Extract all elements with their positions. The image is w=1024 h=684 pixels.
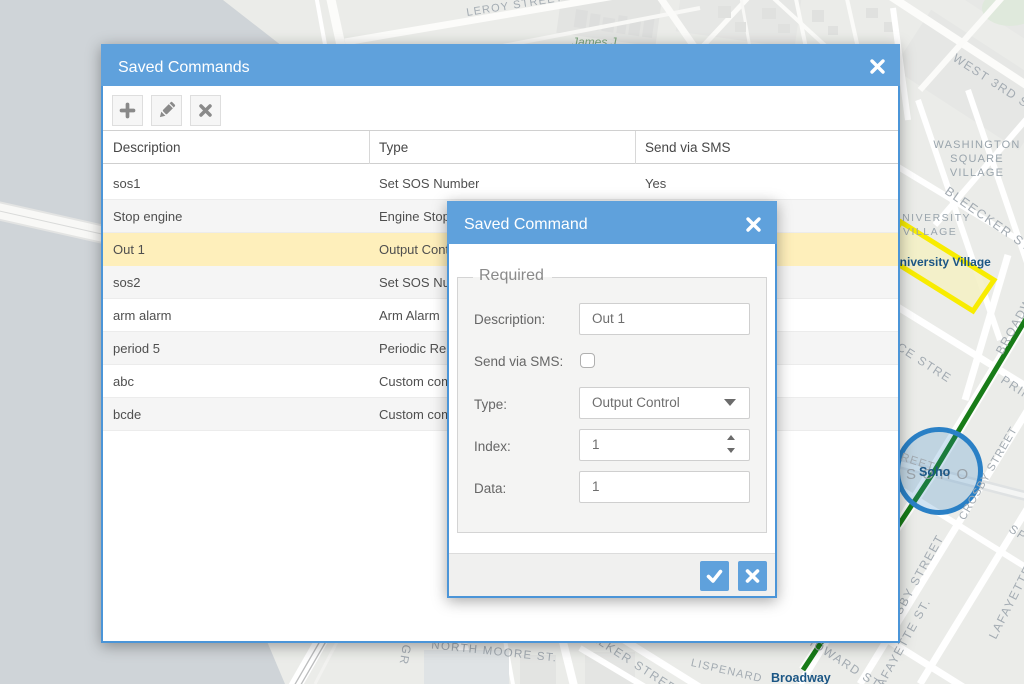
svg-text:University Village: University Village: [891, 255, 991, 269]
svg-text:SQUARE: SQUARE: [950, 153, 1004, 165]
svg-text:Soho: Soho: [919, 465, 951, 479]
svg-text:VILLAGE: VILLAGE: [903, 226, 957, 238]
svg-text:UNIVERSITY: UNIVERSITY: [893, 212, 971, 224]
svg-text:VILLAGE: VILLAGE: [950, 167, 1004, 179]
svg-text:Broadway: Broadway: [771, 671, 831, 684]
svg-text:WASHINGTON: WASHINGTON: [933, 139, 1020, 151]
